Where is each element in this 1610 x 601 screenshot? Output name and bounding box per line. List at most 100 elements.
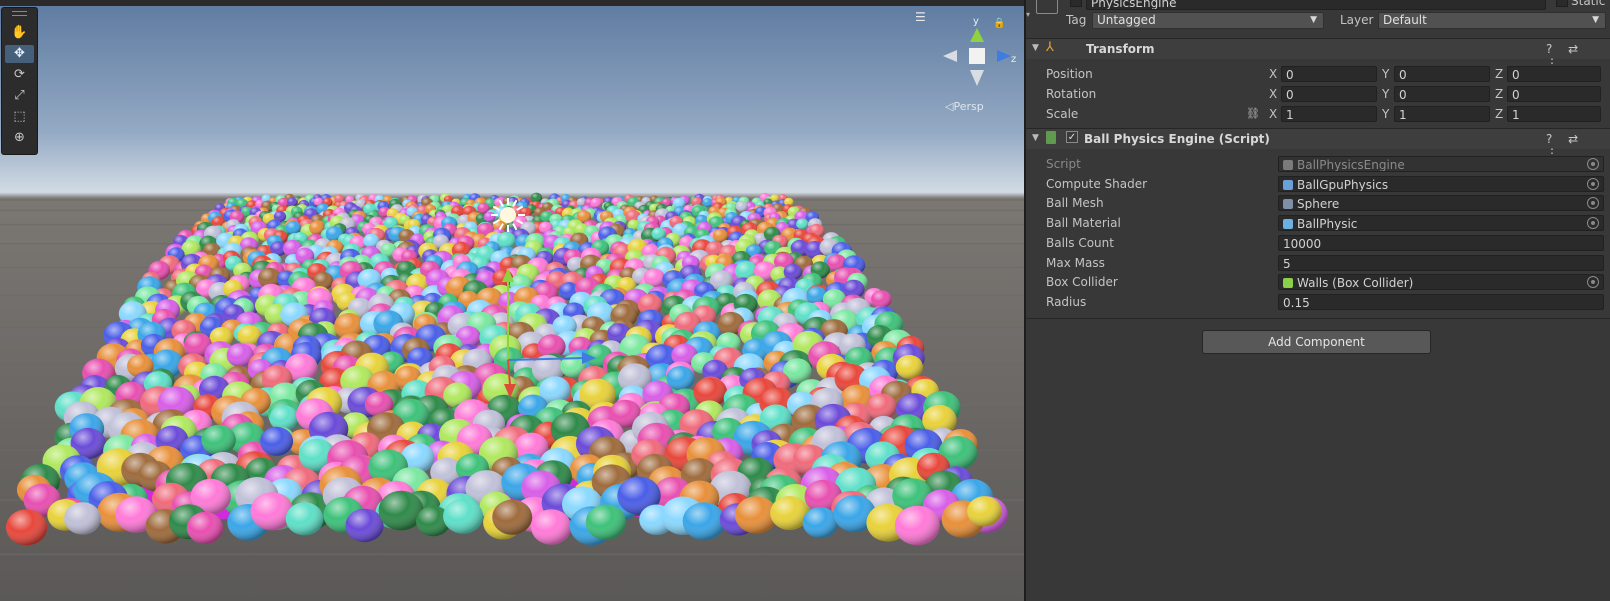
object-picker-icon[interactable] bbox=[1587, 276, 1599, 289]
ball-shading bbox=[967, 496, 1002, 527]
script-label: Script bbox=[1046, 157, 1081, 171]
scene-canvas[interactable] bbox=[0, 0, 1024, 601]
compute-shader-label: Compute Shader bbox=[1046, 176, 1148, 191]
foldout-arrow-icon[interactable]: ▼ bbox=[1032, 43, 1039, 53]
tag-label: Tag bbox=[1066, 13, 1087, 27]
scene-menu-icon[interactable]: ☰ bbox=[915, 10, 926, 24]
axis-x-label: X bbox=[1269, 87, 1278, 101]
tag-dropdown[interactable]: Untagged ▼ bbox=[1092, 12, 1324, 29]
hand-tool-icon[interactable]: ✋ bbox=[5, 24, 34, 42]
ball-shading bbox=[287, 197, 298, 207]
transform-scale-z-field[interactable]: 1 bbox=[1507, 106, 1601, 122]
ball-shading bbox=[443, 498, 484, 534]
static-label: Static bbox=[1571, 0, 1606, 8]
foldout-arrow-icon[interactable]: ▼ bbox=[1032, 133, 1039, 143]
layer-label: Layer bbox=[1340, 13, 1374, 27]
object-picker-icon[interactable] bbox=[1587, 158, 1599, 170]
persp-label[interactable]: ◁Persp bbox=[945, 100, 984, 113]
add-component-button[interactable]: Add Component bbox=[1202, 330, 1431, 354]
tag-value: Untagged bbox=[1097, 13, 1156, 27]
axis-y-label: Y bbox=[1382, 87, 1390, 101]
rect-tool-icon[interactable]: ⬚ bbox=[5, 108, 34, 126]
script-component-title: Ball Physics Engine (Script) bbox=[1084, 132, 1270, 146]
inspector-panel: ▾ PhysicsEngine Static Tag Untagged ▼ Lay… bbox=[1024, 0, 1610, 601]
radius-value: 0.15 bbox=[1283, 295, 1310, 310]
max-mass-field[interactable]: 5 bbox=[1278, 254, 1604, 271]
axis-y-label: Y bbox=[1382, 67, 1390, 81]
ball-shading bbox=[64, 502, 101, 535]
script-icon bbox=[1283, 160, 1293, 170]
object-picker-icon[interactable] bbox=[1587, 197, 1599, 210]
script-component-header[interactable]: ▼ ✓ Ball Physics Engine (Script) ? ⇄ ⋮ bbox=[1026, 128, 1610, 160]
transform-rotation-x-field[interactable]: 0 bbox=[1281, 86, 1377, 102]
shader-icon bbox=[1283, 179, 1293, 190]
orientation-gizmo[interactable]: y z bbox=[935, 14, 1020, 114]
object-name-field[interactable]: PhysicsEngine bbox=[1086, 0, 1546, 10]
gameobject-icon-dropdown[interactable]: ▾ bbox=[1026, 10, 1030, 19]
rotate-tool-icon[interactable]: ⟳ bbox=[5, 66, 34, 84]
ball-mesh-label: Ball Mesh bbox=[1046, 196, 1104, 211]
box-collider-field[interactable]: Walls (Box Collider) bbox=[1278, 274, 1604, 291]
transform-header[interactable]: ▼ ⅄ Transform ? ⇄ ⋮ bbox=[1026, 38, 1610, 70]
balls-count-field[interactable]: 10000 bbox=[1278, 234, 1604, 251]
axis-x-label: X bbox=[1269, 67, 1278, 81]
transform-position-z-field[interactable]: 0 bbox=[1507, 66, 1601, 82]
collider-icon bbox=[1283, 278, 1293, 289]
ball-shading bbox=[345, 508, 384, 543]
ball-shading bbox=[201, 424, 236, 456]
layer-dropdown[interactable]: Default ▼ bbox=[1378, 12, 1606, 29]
max-mass-value: 5 bbox=[1283, 256, 1291, 271]
transform-icon: ⅄ bbox=[1046, 40, 1054, 55]
transform-scale-x-field[interactable]: 1 bbox=[1281, 106, 1377, 122]
compute-shader-field[interactable]: BallGpuPhysics bbox=[1278, 175, 1604, 192]
ball-shading bbox=[735, 201, 748, 212]
balls-count-value: 10000 bbox=[1283, 236, 1322, 251]
radius-field[interactable]: 0.15 bbox=[1278, 293, 1604, 310]
scale-tool-icon[interactable]: ⤢ bbox=[5, 87, 34, 105]
transform-rotation-z-field[interactable]: 0 bbox=[1507, 86, 1601, 102]
transform-tool-icon[interactable]: ⊕ bbox=[5, 129, 34, 147]
active-checkbox[interactable] bbox=[1070, 0, 1082, 7]
ball-shading bbox=[802, 507, 838, 538]
transform-position-x-field[interactable]: 0 bbox=[1281, 66, 1377, 82]
drag-handle-icon[interactable] bbox=[12, 11, 27, 16]
transform-rotation-y-field[interactable]: 0 bbox=[1394, 86, 1490, 102]
axis-x-label: X bbox=[1269, 107, 1278, 121]
object-picker-icon[interactable] bbox=[1587, 217, 1599, 230]
ball-material-field[interactable]: BallPhysic bbox=[1278, 215, 1604, 232]
max-mass-label: Max Mass bbox=[1046, 255, 1105, 270]
material-icon bbox=[1283, 219, 1293, 230]
transform-scale-label: Scale bbox=[1046, 107, 1079, 121]
gizmo-neg-y-arrow[interactable] bbox=[970, 70, 984, 86]
gizmo-neg-x-arrow[interactable] bbox=[943, 50, 957, 62]
axis-y-label: Y bbox=[1382, 107, 1390, 121]
ball-shading bbox=[483, 211, 496, 223]
transform-rotation-label: Rotation bbox=[1046, 87, 1097, 101]
gizmo-center-cube[interactable] bbox=[969, 48, 985, 64]
scene-view[interactable]: ✋ ✥ ⟳ ⤢ ⬚ ⊕ ☰ 🔒 y z ◁Persp bbox=[0, 0, 1024, 601]
ball-mesh-field[interactable]: Sphere bbox=[1278, 195, 1604, 212]
constrain-proportions-icon[interactable]: ⛓ bbox=[1246, 107, 1260, 120]
script-value: BallPhysicsEngine bbox=[1297, 158, 1405, 172]
ball-shading bbox=[186, 511, 223, 544]
move-tool-icon[interactable]: ✥ bbox=[5, 45, 34, 63]
gizmo-z-arrow[interactable] bbox=[997, 50, 1011, 62]
static-checkbox[interactable] bbox=[1556, 0, 1568, 7]
ball-mesh-value: Sphere bbox=[1297, 197, 1340, 212]
ball-shading bbox=[492, 499, 533, 535]
transform-title: Transform bbox=[1086, 42, 1155, 56]
ball-material-label: Ball Material bbox=[1046, 216, 1121, 231]
gameobject-icon bbox=[1036, 0, 1058, 14]
balls-count-label: Balls Count bbox=[1046, 235, 1114, 250]
transform-position-y-field[interactable]: 0 bbox=[1394, 66, 1490, 82]
gizmo-y-arrow[interactable] bbox=[970, 28, 984, 42]
ball-shading bbox=[682, 502, 726, 541]
object-picker-icon[interactable] bbox=[1587, 177, 1599, 190]
script-field: BallPhysicsEngine bbox=[1278, 156, 1604, 172]
box-collider-value: Walls (Box Collider) bbox=[1297, 276, 1414, 291]
axis-z-label: Z bbox=[1495, 67, 1504, 81]
component-enabled-checkbox[interactable]: ✓ bbox=[1066, 131, 1078, 143]
ball-shading bbox=[585, 504, 626, 540]
axis-z-label: Z bbox=[1495, 87, 1504, 101]
transform-scale-y-field[interactable]: 1 bbox=[1394, 106, 1490, 122]
